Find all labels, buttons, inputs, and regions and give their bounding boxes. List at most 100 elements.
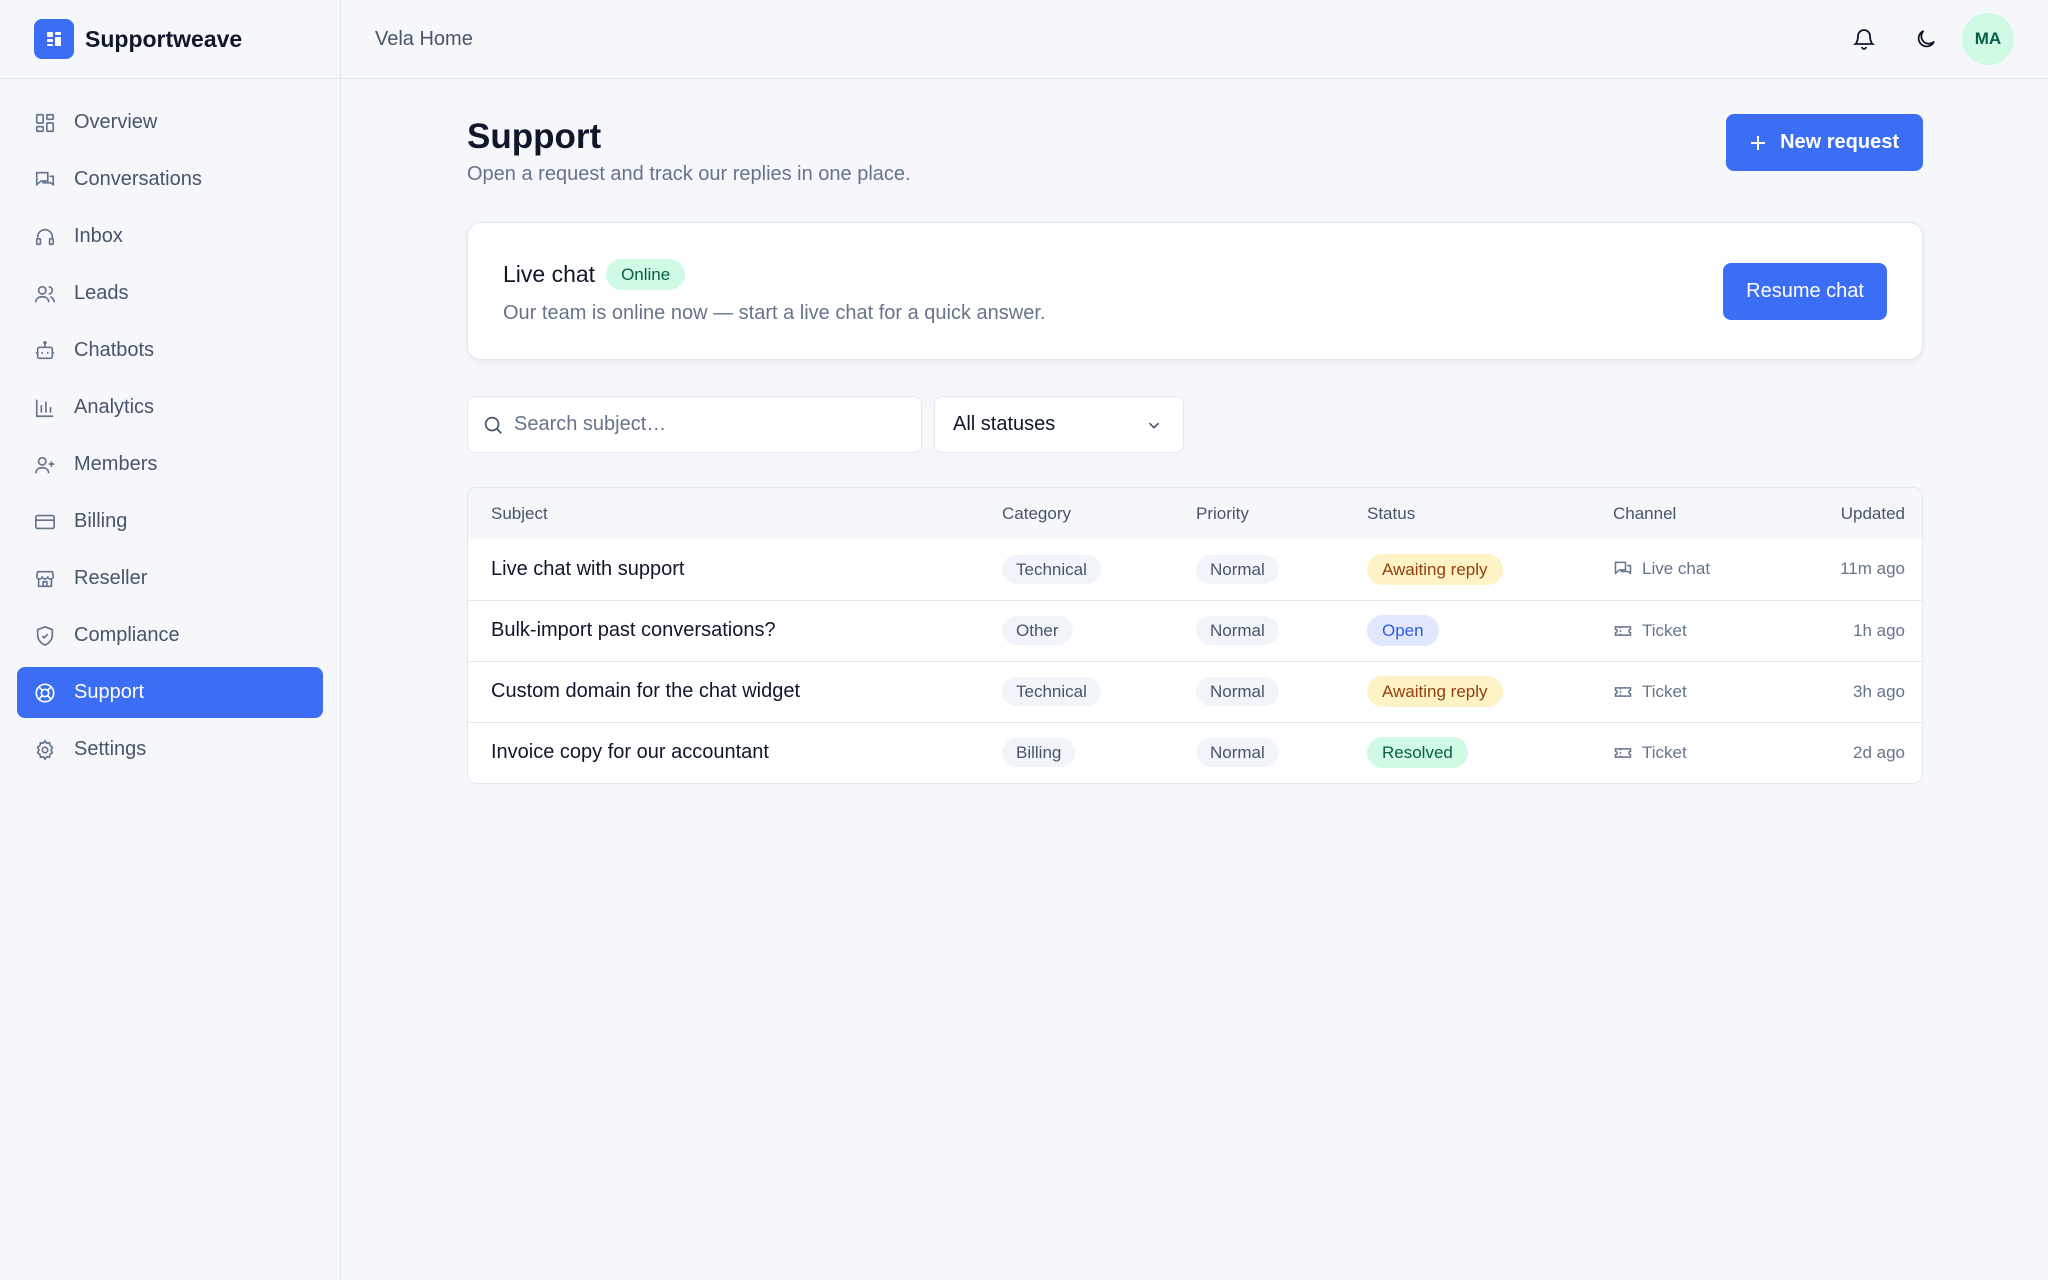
live-chat-text: Our team is online now — start a live ch…: [503, 302, 1046, 324]
row-updated: 3h ago: [1853, 681, 1905, 701]
sidebar-item-label: Settings: [74, 738, 147, 760]
priority-pill: Normal: [1196, 677, 1279, 706]
sidebar-item-label: Compliance: [74, 624, 180, 646]
column-header-priority[interactable]: Priority: [1196, 488, 1367, 539]
sidebar-item-conversations[interactable]: Conversations: [17, 154, 323, 205]
row-channel: Live chat: [1613, 559, 1793, 579]
status-badge: Online: [606, 259, 686, 290]
row-updated: 11m ago: [1840, 559, 1905, 579]
status-badge: Awaiting reply: [1367, 676, 1503, 707]
column-header-channel[interactable]: Channel: [1613, 488, 1793, 539]
live-chat-header: Live chat Online: [503, 259, 686, 290]
row-channel: Ticket: [1613, 682, 1793, 702]
category-pill: Billing: [1002, 738, 1076, 768]
row-subject[interactable]: Invoice copy for our accountant: [491, 741, 769, 763]
row-channel-label: Ticket: [1642, 620, 1687, 640]
ticket-icon: [1613, 743, 1642, 763]
sidebar-item-compliance[interactable]: Compliance: [17, 610, 323, 661]
ticket-icon: [1613, 621, 1642, 641]
sidebar-item-label: Overview: [74, 111, 158, 133]
main-content: Support Open a request and track our rep…: [467, 79, 1923, 784]
gear-icon: [34, 738, 56, 761]
page-subtitle: Open a request and track our replies in …: [467, 163, 911, 185]
bot-icon: [34, 340, 56, 362]
store-icon: [34, 568, 56, 590]
grid-icon: [34, 112, 56, 134]
table-row[interactable]: Custom domain for the chat widget Techni…: [468, 661, 1922, 722]
sidebar-item-leads[interactable]: Leads: [17, 268, 323, 319]
user-plus-icon: [34, 454, 56, 476]
topbar: Vela Home MA: [341, 0, 2048, 79]
filters: All statuses: [467, 396, 1184, 453]
row-subject[interactable]: Bulk-import past conversations?: [491, 619, 776, 641]
resume-chat-button[interactable]: Resume chat: [1723, 263, 1887, 320]
requests-table: Subject Category Priority Status Channel…: [467, 487, 1923, 784]
sidebar-item-members[interactable]: Members: [17, 439, 323, 490]
plus-icon: [1748, 133, 1768, 153]
credit-card-icon: [34, 511, 56, 533]
live-chat-title: Live chat: [503, 261, 596, 287]
new-request-label: New request: [1780, 131, 1899, 153]
bar-chart-icon: [34, 397, 56, 419]
sidebar-item-analytics[interactable]: Analytics: [17, 382, 323, 433]
priority-pill: Normal: [1196, 554, 1279, 584]
row-subject[interactable]: Custom domain for the chat widget: [491, 680, 800, 702]
table-row[interactable]: Bulk-import past conversations? Other No…: [468, 600, 1922, 661]
lifebuoy-icon: [34, 682, 56, 704]
bell-icon: [1852, 27, 1876, 51]
notifications-button[interactable]: [1838, 13, 1890, 65]
sidebar-item-label: Reseller: [74, 567, 148, 589]
row-channel-label: Ticket: [1642, 681, 1687, 701]
chat-bubbles-icon: [34, 169, 56, 191]
column-header-category[interactable]: Category: [1002, 488, 1196, 539]
sidebar-item-inbox[interactable]: Inbox: [17, 211, 323, 262]
search-field[interactable]: [467, 396, 922, 453]
row-subject[interactable]: Live chat with support: [491, 558, 684, 580]
brand[interactable]: Supportweave: [0, 0, 340, 79]
table-row[interactable]: Invoice copy for our accountant Billing …: [468, 722, 1922, 783]
column-header-subject[interactable]: Subject: [468, 488, 1002, 539]
chevron-down-icon: [1145, 416, 1163, 434]
theme-toggle-button[interactable]: [1900, 13, 1952, 65]
sidebar-item-label: Support: [74, 681, 145, 703]
status-badge: Open: [1367, 615, 1439, 646]
sidebar-item-settings[interactable]: Settings: [17, 724, 323, 775]
sidebar-item-label: Inbox: [74, 225, 123, 247]
search-icon: [482, 414, 504, 436]
logo-icon: [34, 19, 74, 59]
sidebar-item-label: Members: [74, 453, 158, 475]
ticket-icon: [1613, 682, 1642, 702]
new-request-button[interactable]: New request: [1726, 114, 1923, 171]
sidebar-nav: Overview Conversations Inbox Leads Chatb…: [0, 79, 340, 775]
chat-bubbles-icon: [1613, 559, 1642, 579]
top-actions: MA: [1828, 13, 2014, 65]
users-icon: [34, 283, 56, 305]
workspace-name[interactable]: Vela Home: [375, 28, 473, 51]
headset-icon: [34, 226, 56, 248]
priority-pill: Normal: [1196, 738, 1279, 768]
row-updated: 2d ago: [1853, 742, 1905, 762]
category-pill: Technical: [1002, 677, 1101, 706]
category-pill: Other: [1002, 616, 1073, 645]
table-row[interactable]: Live chat with support Technical Normal …: [468, 539, 1922, 600]
page-header: Support Open a request and track our rep…: [467, 79, 1923, 222]
status-filter-select[interactable]: All statuses: [934, 396, 1184, 453]
app-name: Supportweave: [85, 25, 243, 52]
sidebar-item-label: Conversations: [74, 168, 202, 190]
column-header-status[interactable]: Status: [1367, 488, 1613, 539]
sidebar-item-billing[interactable]: Billing: [17, 496, 323, 547]
search-input[interactable]: [514, 413, 914, 436]
sidebar-item-chatbots[interactable]: Chatbots: [17, 325, 323, 376]
avatar[interactable]: MA: [1962, 13, 2014, 65]
sidebar-item-overview[interactable]: Overview: [17, 97, 323, 148]
row-channel-label: Ticket: [1642, 742, 1687, 762]
status-badge: Awaiting reply: [1367, 553, 1503, 585]
sidebar-item-reseller[interactable]: Reseller: [17, 553, 323, 604]
sidebar-item-support[interactable]: Support: [17, 667, 323, 718]
column-header-updated[interactable]: Updated: [1793, 488, 1922, 539]
row-channel: Ticket: [1613, 743, 1793, 763]
page-title: Support: [467, 117, 602, 156]
moon-icon: [1914, 27, 1938, 51]
live-chat-card: Live chat Online Our team is online now …: [467, 222, 1923, 360]
shield-check-icon: [34, 625, 56, 647]
